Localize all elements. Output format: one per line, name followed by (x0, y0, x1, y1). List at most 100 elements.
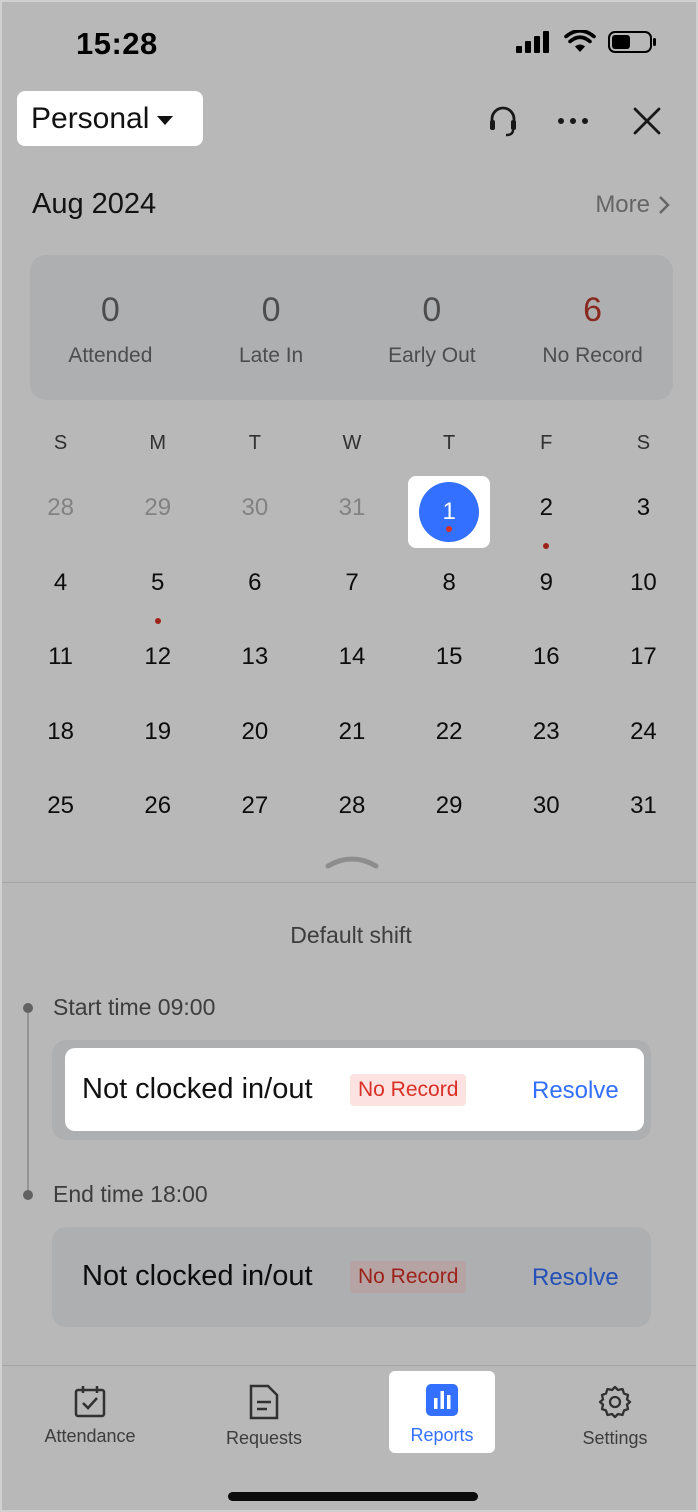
calendar-day[interactable]: 5 (109, 547, 206, 624)
stat-label: Attended (68, 344, 153, 367)
calendar-week-row: 4 5 6 7 8 9 10 (12, 547, 692, 624)
tab-attendance[interactable]: Attendance (30, 1372, 150, 1452)
calendar-day[interactable]: 30 (206, 472, 303, 547)
more-link[interactable]: More (595, 191, 670, 219)
calendar-day[interactable]: 23 (498, 696, 595, 771)
calendar-day[interactable]: 10 (595, 547, 692, 622)
day-number: 9 (539, 568, 553, 596)
day-number: 17 (630, 643, 657, 670)
calendar-day[interactable]: 18 (12, 696, 109, 771)
calendar-day[interactable]: 15 (401, 621, 498, 696)
close-button[interactable] (627, 101, 667, 141)
no-record-dot (446, 526, 453, 532)
day-number: 16 (532, 643, 560, 670)
more-button[interactable] (553, 101, 593, 141)
day-number: 27 (241, 792, 269, 819)
calendar-week-row: 25 26 27 28 29 30 31 (12, 770, 692, 845)
calendar-week-row: 11 12 13 14 15 16 17 (12, 621, 692, 696)
day-number: 15 (435, 643, 463, 670)
calendar-day[interactable]: 30 (498, 770, 595, 845)
calendar-day[interactable]: 2 (498, 472, 595, 549)
no-record-badge: No Record (350, 1261, 467, 1293)
day-number: 21 (338, 717, 366, 745)
resolve-button[interactable]: Resolve (532, 1264, 619, 1292)
wifi-icon (564, 30, 596, 52)
calendar-day[interactable]: 31 (595, 770, 692, 845)
tab-requests[interactable]: Requests (204, 1372, 324, 1452)
calendar-day[interactable]: 28 (12, 472, 109, 547)
header: Personal (2, 87, 696, 157)
scope-label: Personal (31, 101, 150, 135)
tab-reports[interactable]: Reports (389, 1371, 495, 1453)
stat-value: 0 (422, 291, 442, 329)
day-number: 20 (241, 717, 269, 745)
stat-no-record[interactable]: 6 No Record (512, 255, 673, 400)
calendar-day[interactable]: 17 (595, 621, 692, 696)
calendar-day[interactable]: 11 (12, 621, 109, 696)
tab-label: Attendance (44, 1426, 136, 1446)
calendar-day[interactable]: 12 (109, 621, 206, 696)
day-number: 25 (47, 792, 74, 819)
calendar-day[interactable]: 21 (303, 696, 400, 771)
record-status-text: Not clocked in/out (82, 1073, 313, 1105)
day-number: 1 (442, 498, 456, 525)
day-number: 7 (345, 568, 359, 596)
calendar-day[interactable]: 26 (109, 770, 206, 845)
status-bar: 15:28 (2, 2, 696, 87)
support-button[interactable] (483, 101, 523, 141)
calendar-day[interactable]: 24 (595, 696, 692, 771)
battery-icon (608, 31, 656, 53)
tab-settings[interactable]: Settings (555, 1372, 675, 1452)
collapse-handle-icon[interactable] (325, 852, 379, 870)
day-number: 29 (144, 494, 172, 521)
day-number: 31 (338, 494, 366, 521)
calendar-day[interactable]: 31 (303, 472, 400, 547)
calendar-day[interactable]: 29 (401, 770, 498, 845)
calendar-week-row: 18 19 20 21 22 23 24 (12, 696, 692, 771)
calendar-day[interactable]: 13 (206, 621, 303, 696)
stat-value: 0 (261, 291, 281, 329)
day-number: 2 (539, 494, 553, 521)
calendar-day[interactable]: 27 (206, 770, 303, 845)
calendar-day[interactable]: 3 (595, 472, 692, 547)
caret-down-icon (157, 116, 174, 125)
stat-value: 0 (100, 291, 120, 329)
tab-label: Reports (410, 1425, 474, 1445)
divider (2, 882, 696, 883)
day-number: 29 (435, 792, 463, 819)
more-label: More (595, 191, 650, 218)
day-number: 13 (241, 643, 269, 670)
tab-bar: Attendance Requests Reports Settings (2, 1365, 696, 1510)
calendar-day[interactable]: 4 (12, 547, 109, 622)
resolve-button[interactable]: Resolve (532, 1077, 619, 1105)
calendar-day[interactable]: 1 (401, 472, 498, 548)
calendar-day[interactable]: 8 (401, 547, 498, 622)
calendar-day[interactable]: 28 (303, 770, 400, 845)
calendar-day[interactable]: 9 (498, 547, 595, 622)
calendar-day[interactable]: 14 (303, 621, 400, 696)
stat-attended[interactable]: 0 Attended (30, 255, 191, 400)
day-number: 30 (241, 494, 269, 521)
month-row: Aug 2024 More (2, 182, 696, 232)
calendar-day[interactable]: 20 (206, 696, 303, 771)
calendar-day[interactable]: 6 (206, 547, 303, 622)
calendar-day[interactable]: 16 (498, 621, 595, 696)
calendar-day[interactable]: 25 (12, 770, 109, 845)
scope-dropdown[interactable]: Personal (17, 91, 203, 146)
day-number: 19 (144, 717, 172, 745)
weekday-label: M (149, 432, 167, 454)
day-number: 8 (442, 568, 456, 596)
weekday-label: T (248, 432, 261, 454)
no-record-badge: No Record (350, 1074, 467, 1106)
day-number: 24 (630, 717, 657, 745)
status-icons (516, 30, 658, 54)
stat-early-out[interactable]: 0 Early Out (352, 255, 513, 400)
calendar-day[interactable]: 7 (303, 547, 400, 622)
calendar-day[interactable]: 29 (109, 472, 206, 547)
end-time-label: End time 18:00 (53, 1181, 208, 1207)
stat-late-in[interactable]: 0 Late In (191, 255, 352, 400)
calendar-day[interactable]: 19 (109, 696, 206, 771)
calendar-day[interactable]: 22 (401, 696, 498, 771)
day-number: 22 (435, 717, 463, 745)
selected-day[interactable]: 1 (419, 482, 480, 542)
